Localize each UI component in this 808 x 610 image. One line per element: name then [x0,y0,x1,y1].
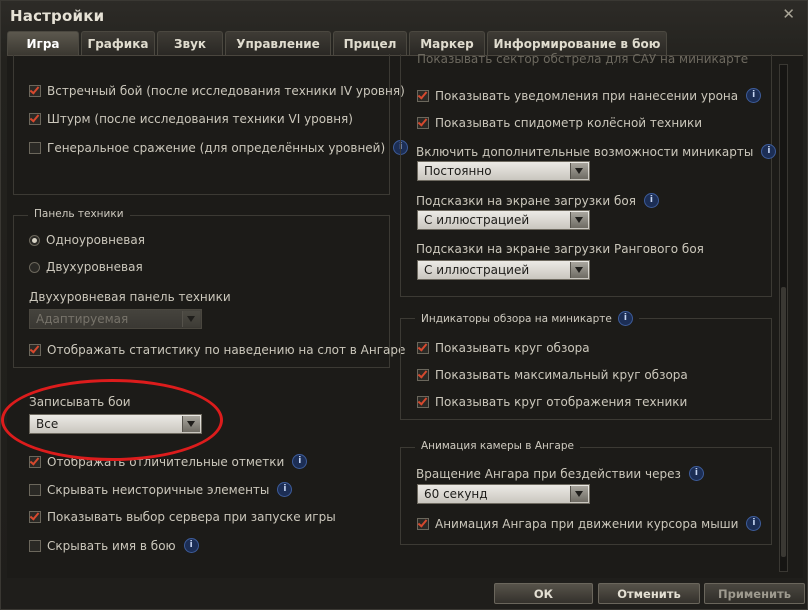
apply-button[interactable]: Применить [704,583,805,604]
cancel-button[interactable]: Отменить [598,583,700,604]
chevron-down-icon [570,212,588,228]
checkbox-icon[interactable] [417,517,429,530]
carousel-double-row[interactable]: Двухуровневая [29,260,143,274]
checkbox-icon[interactable] [417,117,429,129]
checkbox-icon[interactable] [29,344,41,356]
info-icon[interactable]: i [761,144,777,159]
carousel-group-title: Панель техники [28,208,130,220]
minimap-extra-label: Включить дополнительные возможности мини… [416,144,777,159]
checkbox-icon[interactable] [417,396,429,408]
double-carousel-label: Двухуровневая панель техники [29,290,231,304]
info-icon[interactable]: i [643,193,659,208]
chevron-down-icon [570,262,588,278]
damage-notify-row[interactable]: Показывать уведомления при нанесении уро… [417,88,762,103]
hangar-camera-title: Анимация камеры в Ангаре [415,440,580,452]
chevron-down-icon [182,416,200,432]
idle-rotation-label: Вращение Ангара при бездействии через i [416,466,704,481]
info-icon[interactable]: i [688,466,704,481]
replays-select[interactable]: Все [29,414,202,434]
view-indicators-title: Индикаторы обзора на миникарте i [415,311,639,326]
checkbox-icon[interactable] [417,369,429,381]
battle-mode-grand[interactable]: Генеральное сражение (для определённых у… [29,140,409,155]
checkbox-icon[interactable] [29,511,41,523]
tab-sight[interactable]: Прицел [333,31,407,55]
checkbox-icon[interactable] [29,539,41,552]
window-title: Настройки [10,7,105,25]
max-view-circle-row[interactable]: Показывать максимальный круг обзора [417,368,688,382]
double-carousel-select: Адаптируемая [29,309,202,329]
view-circle-row[interactable]: Показывать круг обзора [417,341,590,355]
checkbox-icon[interactable] [417,89,429,102]
mouse-animation-row[interactable]: Анимация Ангара при движении курсора мыш… [417,516,762,531]
info-icon[interactable]: i [617,311,633,326]
loading-tips-label: Подсказки на экране загрузки боя i [416,193,659,208]
ranked-tips-select[interactable]: С иллюстрацией [417,260,590,280]
hide-name-row[interactable]: Скрывать имя в бою i [29,538,199,553]
settings-window: Настройки ✕ Игра Графика Звук Управление… [0,0,808,610]
battle-mode-assault[interactable]: Штурм (после исследования техники VI уро… [29,112,353,126]
battle-mode-encounter[interactable]: Встречный бой (после исследования техник… [29,84,405,98]
settings-content: Встречный бой (после исследования техник… [7,52,803,578]
tab-sound[interactable]: Звук [157,31,223,55]
ranked-tips-label: Подсказки на экране загрузки Рангового б… [416,242,704,256]
server-select-row[interactable]: Показывать выбор сервера при запуске игр… [29,510,336,524]
radio-icon[interactable] [29,234,40,246]
info-icon[interactable]: i [292,454,308,469]
replays-label: Записывать бои [29,395,131,409]
speedometer-row[interactable]: Показывать спидометр колёсной техники [417,116,702,130]
draw-circle-row[interactable]: Показывать круг отображения техники [417,395,687,409]
close-icon[interactable]: ✕ [782,5,795,23]
show-marks-row[interactable]: Отображать отличительные отметки i [29,454,308,469]
checkbox-icon[interactable] [29,455,41,468]
tab-game[interactable]: Игра [7,31,79,55]
cut-off-setting: Показывать сектор обстрела для САУ на ми… [417,52,749,66]
scrollbar[interactable] [779,64,788,572]
info-icon[interactable]: i [746,88,762,103]
info-icon[interactable]: i [277,482,293,497]
chevron-down-icon [570,486,588,502]
scrollbar-thumb[interactable] [781,287,786,557]
radio-icon[interactable] [29,261,40,273]
tab-graphics[interactable]: Графика [81,31,155,55]
checkbox-icon[interactable] [29,141,41,154]
carousel-single-row[interactable]: Одноуровневая [29,233,145,247]
minimap-extra-select[interactable]: Постоянно [417,161,590,181]
idle-rotation-select[interactable]: 60 секунд [417,484,590,504]
ok-button[interactable]: ОК [494,583,593,604]
loading-tips-select[interactable]: С иллюстрацией [417,210,590,230]
info-icon[interactable]: i [746,516,762,531]
checkbox-icon[interactable] [29,483,41,496]
slot-stats-row[interactable]: Отображать статистику по наведению на сл… [29,343,405,357]
info-icon[interactable]: i [183,538,199,553]
chevron-down-icon [570,163,588,179]
checkbox-icon[interactable] [29,113,41,125]
chevron-down-icon [182,311,200,327]
hide-nonhistoric-row[interactable]: Скрывать неисторичные элементы i [29,482,293,497]
checkbox-icon[interactable] [29,85,41,97]
tab-controls[interactable]: Управление [225,31,331,55]
checkbox-icon[interactable] [417,342,429,354]
